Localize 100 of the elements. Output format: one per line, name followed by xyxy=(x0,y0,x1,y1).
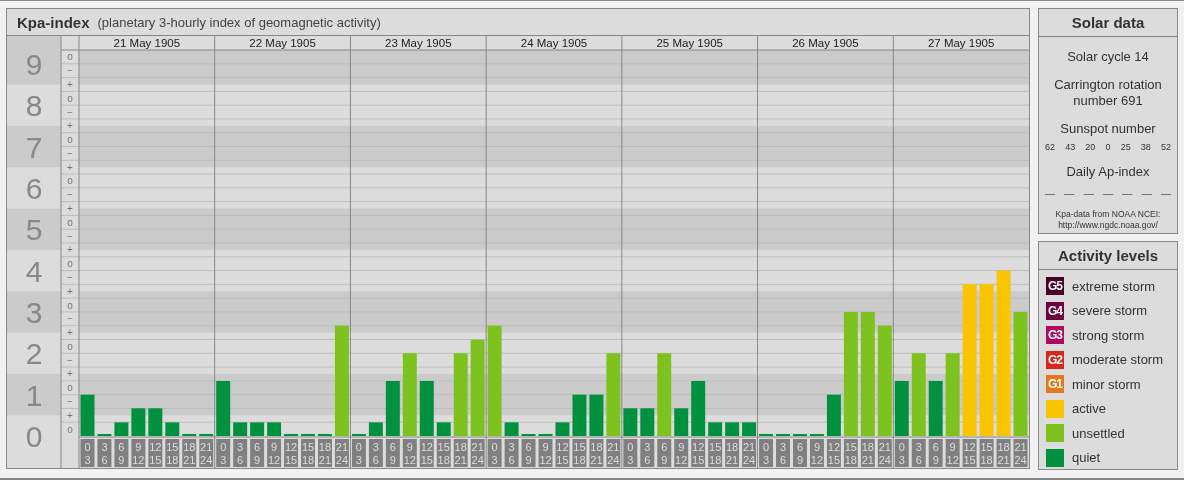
sunspot-value: 38 xyxy=(1140,142,1151,152)
time-slot-label: 15 18 xyxy=(165,439,180,467)
level-mark: + xyxy=(67,78,73,90)
x-tick-label: 0 3 xyxy=(84,441,91,466)
time-slot-label: 12 15 xyxy=(148,439,163,467)
time-slot-label: 3 6 xyxy=(233,439,248,467)
level-label: active xyxy=(1072,401,1106,416)
ap-index-label: Daily Ap-index xyxy=(1065,164,1151,180)
time-slot-label: 15 18 xyxy=(436,439,451,467)
time-slot-label: 21 24 xyxy=(1013,439,1028,467)
time-slot-label: 18 21 xyxy=(860,439,875,467)
x-tick-label: 0 3 xyxy=(627,441,634,466)
x-tick-label: 3 6 xyxy=(644,441,651,466)
axis-level-label: 4 xyxy=(25,254,43,288)
level-mark: + xyxy=(67,244,73,256)
x-tick-label: 3 6 xyxy=(237,441,244,466)
time-slot-label: 9 12 xyxy=(809,439,824,467)
source-link[interactable]: http://www.ngdc.noaa.gov/ xyxy=(1039,220,1177,231)
time-slot-label: 3 6 xyxy=(776,439,790,467)
x-tick-label: 0 3 xyxy=(491,441,498,466)
time-slot-label: 21 24 xyxy=(334,439,349,467)
time-slot-label: 0 3 xyxy=(351,439,366,467)
level-mark: o xyxy=(67,423,73,435)
x-tick-label: 6 9 xyxy=(932,441,939,466)
time-slot-label: 6 9 xyxy=(793,439,807,467)
level-label: moderate storm xyxy=(1072,352,1164,367)
axis-level-label: 8 xyxy=(25,89,43,123)
axis-stripe xyxy=(7,125,61,168)
x-tick-label: 0 3 xyxy=(898,441,905,466)
level-mark: o xyxy=(67,134,73,146)
time-slot-label: 21 24 xyxy=(470,439,485,467)
level-mark: − xyxy=(67,106,73,118)
level-mark: + xyxy=(67,285,73,297)
time-slot-label: 15 18 xyxy=(843,439,858,467)
time-slot-label: 18 21 xyxy=(182,439,197,467)
time-slot-label: 12 15 xyxy=(962,439,977,467)
time-slot-label: 9 12 xyxy=(131,439,146,467)
time-slot-label: 9 12 xyxy=(267,439,282,467)
level-mark: o xyxy=(67,340,73,352)
axis-stripe xyxy=(7,373,61,416)
x-tick-label: 6 9 xyxy=(661,441,668,466)
time-slot-label: 9 12 xyxy=(674,439,689,467)
level-mark: + xyxy=(67,409,73,421)
level-mark: o xyxy=(67,382,73,394)
x-tick-label: 0 3 xyxy=(762,441,770,466)
x-tick-label: 6 9 xyxy=(118,441,125,466)
level-mark: + xyxy=(67,120,73,132)
sunspot-value: 0 xyxy=(1105,142,1111,152)
solar-cycle: Solar cycle 14 xyxy=(1066,49,1150,65)
date-label: 22 May 1905 xyxy=(249,37,316,49)
level-mark: + xyxy=(67,368,73,380)
time-slot-label: 12 15 xyxy=(555,439,570,467)
time-slot-label: 6 9 xyxy=(657,439,672,467)
x-tick-label: 3 6 xyxy=(372,441,379,466)
time-slot-label: 18 21 xyxy=(453,439,468,467)
time-slot-label: 21 24 xyxy=(742,439,757,467)
sunspot-value: 25 xyxy=(1120,142,1131,152)
axis-level-label: 6 xyxy=(25,171,43,205)
time-slot-label: 15 18 xyxy=(708,439,723,467)
level-mark: + xyxy=(67,327,73,339)
level-label: quiet xyxy=(1072,450,1101,465)
level-mark: o xyxy=(67,299,73,311)
time-slot-label: 6 9 xyxy=(928,439,943,467)
axis-level-label: 2 xyxy=(25,337,43,371)
level-label: strong storm xyxy=(1072,327,1145,343)
x-tick-label: 6 9 xyxy=(254,441,261,466)
level-mark: o xyxy=(67,92,73,104)
time-slot-label: 9 12 xyxy=(402,439,417,467)
axis-level-label: 3 xyxy=(25,295,43,329)
time-slot-label: 0 3 xyxy=(623,439,638,467)
sunspot-value: 43 xyxy=(1065,142,1076,152)
ap-value: __ xyxy=(1141,185,1152,195)
time-slot-label: 18 21 xyxy=(589,439,604,467)
ap-value: __ xyxy=(1083,185,1094,195)
x-tick-label: 6 9 xyxy=(525,441,532,466)
x-tick-label: 3 6 xyxy=(101,441,108,466)
level-mark: − xyxy=(67,230,73,242)
time-slot-label: 0 3 xyxy=(759,439,774,467)
time-slot-label: 6 9 xyxy=(250,439,265,467)
time-slot-label: 21 24 xyxy=(606,439,621,467)
panel-title: Kpa-index xyxy=(17,13,90,31)
level-mark: − xyxy=(67,396,73,408)
sunspot-label: Sunspot number xyxy=(1059,121,1157,137)
axis-level-label: 1 xyxy=(25,378,43,412)
time-slot-label: 18 21 xyxy=(318,439,332,467)
time-slot-label: 9 12 xyxy=(945,439,960,467)
level-mark: − xyxy=(67,189,73,201)
time-slot-label: 18 21 xyxy=(996,439,1011,467)
ap-value: __ xyxy=(1103,185,1113,195)
date-label: 24 May 1905 xyxy=(520,37,588,49)
axis-stripe xyxy=(7,208,61,250)
level-mark: o xyxy=(67,175,73,187)
level-mark: + xyxy=(67,161,73,173)
level-label: severe storm xyxy=(1072,303,1148,318)
date-label: 21 May 1905 xyxy=(113,37,181,49)
time-slot-label: 3 6 xyxy=(504,439,519,467)
time-slot-label: 9 12 xyxy=(538,439,553,467)
ap-value: __ xyxy=(1064,185,1075,195)
axis-level-label: 9 xyxy=(25,47,43,81)
time-slot-label: 0 3 xyxy=(487,439,502,467)
